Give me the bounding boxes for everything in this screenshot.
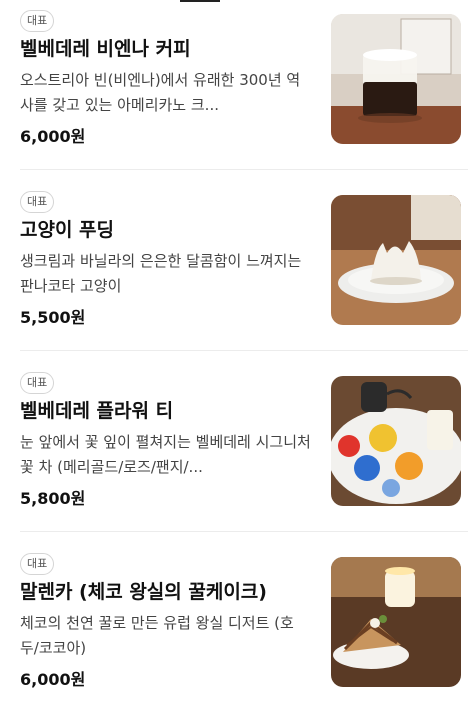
item-divider <box>20 350 468 351</box>
menu-item-name: 벨베데레 비엔나 커피 <box>20 38 191 60</box>
signature-badge: 대표 <box>20 10 55 32</box>
vienna-coffee-image <box>331 14 461 144</box>
menu-item-price: 6,000원 <box>20 127 86 146</box>
menu-item-cat-pudding[interactable]: 대표 고양이 푸딩 생크림과 바닐라의 은은한 달콤함이 느껴지는 판나코타 고… <box>0 181 468 351</box>
item-divider <box>20 531 468 532</box>
menu-item-flower-tea[interactable]: 대표 벨베데레 플라워 티 눈 앞에서 꽃 잎이 펼쳐지는 벨베데레 시그니처 … <box>0 362 468 532</box>
signature-badge: 대표 <box>20 372 55 394</box>
medovnik-cake-image <box>331 557 461 687</box>
menu-item-photo[interactable] <box>331 195 461 325</box>
menu-item-description: 체코의 천연 꿀로 만든 유럽 왕실 디저트 (호두/코코아) <box>20 614 294 657</box>
menu-item-photo[interactable] <box>331 557 461 687</box>
item-divider <box>20 169 468 170</box>
flower-tea-image <box>331 376 461 506</box>
menu-item-name: 고양이 푸딩 <box>20 219 115 241</box>
menu-item-description: 눈 앞에서 꽃 잎이 펼쳐지는 벨베데레 시그니처 꽃 차 (메리골드/로즈/팬… <box>20 433 311 476</box>
menu-item-description: 오스트리아 빈(비엔나)에서 유래한 300년 역사를 갖고 있는 아메리카노 … <box>20 71 301 114</box>
menu-item-medovnik-cake[interactable]: 대표 말렌카 (체코 왕실의 꿀케이크) 체코의 천연 꿀로 만든 유럽 왕실 … <box>0 543 468 713</box>
menu-item-price: 6,000원 <box>20 670 86 689</box>
menu-item-name: 말렌카 (체코 왕실의 꿀케이크) <box>20 581 267 603</box>
menu-item-photo[interactable] <box>331 14 461 144</box>
cat-pudding-image <box>331 195 461 325</box>
menu-item-price: 5,500원 <box>20 308 86 327</box>
menu-item-name: 벨베데레 플라워 티 <box>20 400 174 422</box>
menu-item-vienna-coffee[interactable]: 대표 벨베데레 비엔나 커피 오스트리아 빈(비엔나)에서 유래한 300년 역… <box>0 0 468 170</box>
signature-badge: 대표 <box>20 553 55 575</box>
menu-item-photo[interactable] <box>331 376 461 506</box>
menu-item-description: 생크림과 바닐라의 은은한 달콤함이 느껴지는 판나코타 고양이 <box>20 252 302 295</box>
signature-badge: 대표 <box>20 191 55 213</box>
menu-item-price: 5,800원 <box>20 489 86 508</box>
